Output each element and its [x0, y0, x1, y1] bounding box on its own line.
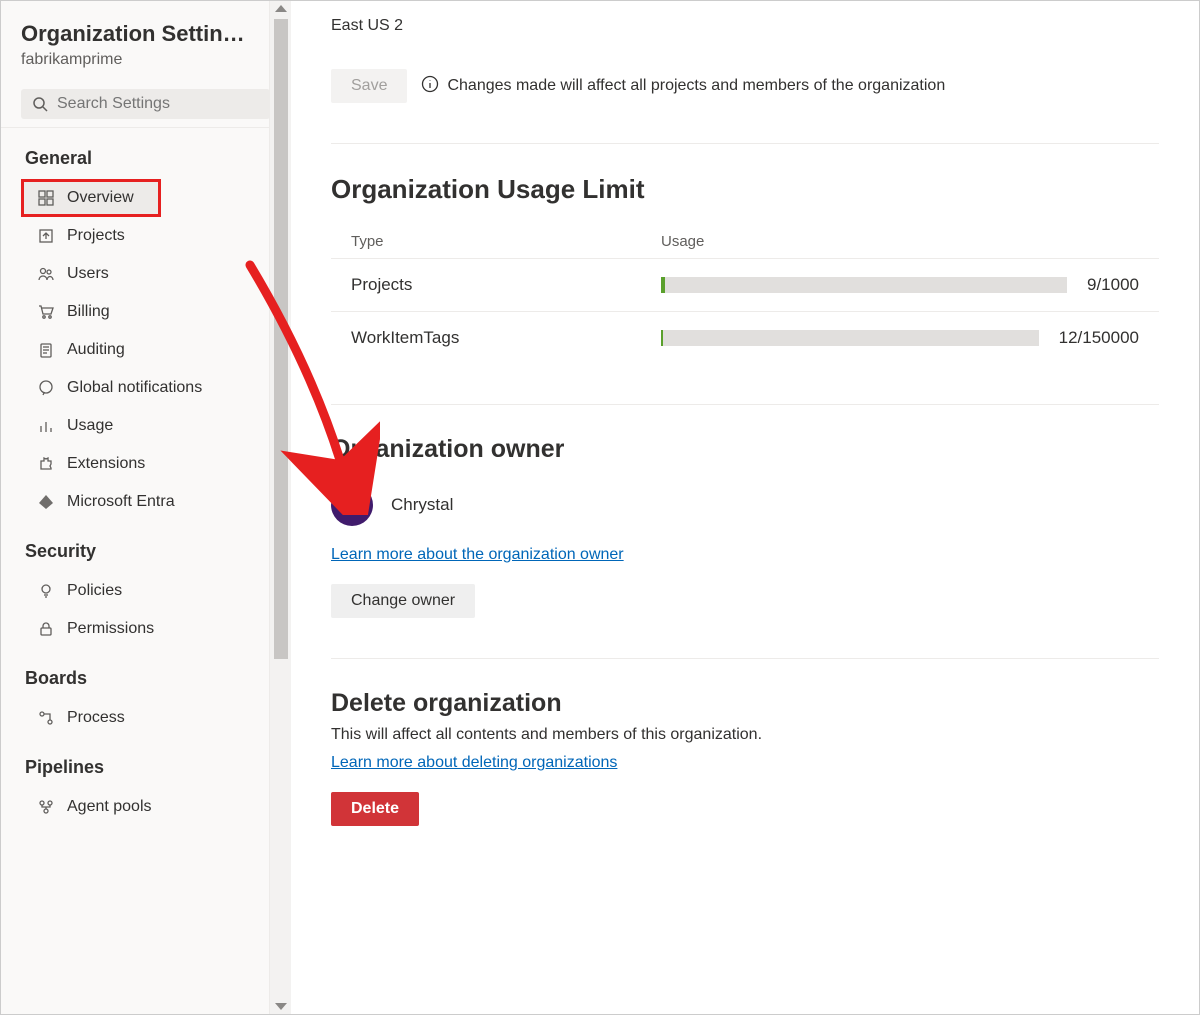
flow-icon [37, 709, 55, 727]
delete-description: This will affect all contents and member… [331, 726, 1159, 744]
sidebar-scrollbar[interactable] [269, 1, 291, 1014]
delete-heading: Delete organization [331, 689, 1159, 718]
nav-group-boards: Boards [1, 648, 290, 699]
delete-button[interactable]: Delete [331, 792, 419, 826]
sidebar-item-label: Policies [67, 582, 122, 600]
puzzle-icon [37, 455, 55, 473]
owner-name: Chrystal [391, 495, 453, 515]
sidebar-item-label: Usage [67, 417, 113, 435]
owner-learn-more-link[interactable]: Learn more about the organization owner [331, 546, 624, 563]
bulb-icon [37, 582, 55, 600]
sidebar-item-policies[interactable]: Policies [1, 572, 290, 610]
progress-bar-projects [661, 277, 1067, 293]
usage-col-usage: Usage [661, 233, 704, 250]
change-owner-button[interactable]: Change owner [331, 584, 475, 618]
sidebar-item-microsoft-entra[interactable]: Microsoft Entra [1, 483, 290, 521]
owner-heading: Organization owner [331, 435, 1159, 464]
chat-icon [37, 379, 55, 397]
search-icon [31, 95, 49, 113]
sidebar-item-label: Process [67, 709, 125, 727]
sidebar-subtitle: fabrikamprime [21, 51, 270, 69]
usage-value-projects: 9/1000 [1087, 275, 1139, 295]
lock-icon [37, 620, 55, 638]
usage-col-type: Type [351, 233, 661, 250]
sidebar-item-label: Global notifications [67, 379, 202, 397]
divider [331, 404, 1159, 405]
sidebar-item-label: Users [67, 265, 109, 283]
main-content: East US 2 Save Changes made will affect … [291, 1, 1199, 1014]
divider [331, 143, 1159, 144]
sidebar-item-label: Billing [67, 303, 110, 321]
save-button[interactable]: Save [331, 69, 407, 103]
usage-value-workitemtags: 12/150000 [1059, 328, 1139, 348]
region-label: East US 2 [331, 17, 1159, 35]
divider [331, 658, 1159, 659]
upload-icon [37, 227, 55, 245]
sidebar-item-global-notifications[interactable]: Global notifications [1, 369, 290, 407]
agents-icon [37, 798, 55, 816]
scroll-thumb[interactable] [274, 19, 288, 659]
sidebar-item-label: Auditing [67, 341, 125, 359]
sidebar-item-extensions[interactable]: Extensions [1, 445, 290, 483]
search-box[interactable] [21, 89, 270, 119]
sidebar-nav: General Overview Projects Users Billing [1, 128, 290, 1014]
sidebar-item-projects[interactable]: Projects [1, 217, 290, 255]
sidebar-item-label: Extensions [67, 455, 145, 473]
clipboard-icon [37, 341, 55, 359]
usage-row-projects: Projects 9/1000 [331, 258, 1159, 311]
grid-icon [37, 189, 55, 207]
sidebar-item-process[interactable]: Process [1, 699, 290, 737]
search-input[interactable] [57, 95, 260, 113]
save-warning-text: Changes made will affect all projects an… [447, 77, 945, 95]
scroll-up-icon[interactable] [275, 5, 287, 12]
scroll-down-icon[interactable] [275, 1003, 287, 1010]
people-icon [37, 265, 55, 283]
sidebar-item-label: Permissions [67, 620, 154, 638]
chart-icon [37, 417, 55, 435]
info-icon [421, 75, 439, 98]
usage-heading: Organization Usage Limit [331, 174, 1159, 205]
sidebar-item-agent-pools[interactable]: Agent pools [1, 788, 290, 826]
sidebar-item-label: Overview [67, 189, 134, 207]
sidebar-item-permissions[interactable]: Permissions [1, 610, 290, 648]
sidebar-item-overview[interactable]: Overview [21, 179, 161, 217]
sidebar-item-users[interactable]: Users [1, 255, 290, 293]
sidebar-item-usage[interactable]: Usage [1, 407, 290, 445]
sidebar-item-label: Projects [67, 227, 125, 245]
sidebar-item-auditing[interactable]: Auditing [1, 331, 290, 369]
usage-row-workitemtags: WorkItemTags 12/150000 [331, 311, 1159, 364]
sidebar-item-label: Agent pools [67, 798, 152, 816]
delete-learn-more-link[interactable]: Learn more about deleting organizations [331, 754, 617, 771]
sidebar-title: Organization Settin… [21, 21, 270, 47]
nav-group-security: Security [1, 521, 290, 572]
sidebar-item-billing[interactable]: Billing [1, 293, 290, 331]
sidebar: Organization Settin… fabrikamprime Gener… [1, 1, 291, 1014]
nav-group-pipelines: Pipelines [1, 737, 290, 788]
usage-table: Type Usage Projects 9/1000 WorkItemTags [331, 225, 1159, 364]
usage-type-label: WorkItemTags [351, 328, 661, 348]
usage-type-label: Projects [351, 275, 661, 295]
entra-icon [37, 493, 55, 511]
cart-icon [37, 303, 55, 321]
owner-avatar: CC [331, 484, 373, 526]
nav-group-general: General [1, 128, 290, 179]
progress-bar-workitemtags [661, 330, 1039, 346]
sidebar-item-label: Microsoft Entra [67, 493, 175, 511]
